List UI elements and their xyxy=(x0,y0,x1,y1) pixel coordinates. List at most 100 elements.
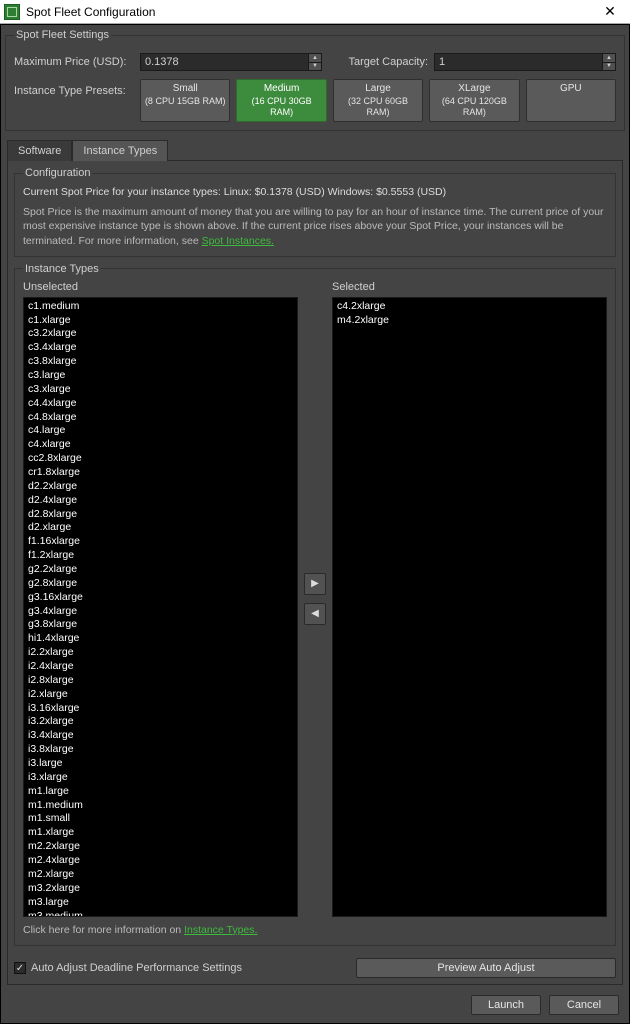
app-icon xyxy=(4,4,20,20)
list-item[interactable]: m2.xlarge xyxy=(28,868,293,882)
list-item[interactable]: g2.8xlarge xyxy=(28,577,293,591)
list-item[interactable]: m1.small xyxy=(28,812,293,826)
list-item[interactable]: c4.2xlarge xyxy=(337,300,602,314)
presets-container: Small(8 CPU 15GB RAM)Medium(16 CPU 30GB … xyxy=(140,79,616,122)
list-item[interactable]: c3.8xlarge xyxy=(28,355,293,369)
list-item[interactable]: g3.16xlarge xyxy=(28,591,293,605)
list-item[interactable]: i2.4xlarge xyxy=(28,660,293,674)
list-item[interactable]: c3.4xlarge xyxy=(28,341,293,355)
list-item[interactable]: d2.2xlarge xyxy=(28,480,293,494)
chevron-left-icon: ◀ xyxy=(311,608,319,619)
target-capacity-field[interactable] xyxy=(435,54,602,70)
instance-types-more-info: Click here for more information on Insta… xyxy=(23,923,607,937)
spin-down-icon[interactable]: ▼ xyxy=(603,63,615,71)
close-icon[interactable]: ✕ xyxy=(594,3,626,20)
list-item[interactable]: c3.2xlarge xyxy=(28,327,293,341)
list-item[interactable]: c1.xlarge xyxy=(28,314,293,328)
list-item[interactable]: g3.4xlarge xyxy=(28,605,293,619)
list-item[interactable]: m1.large xyxy=(28,785,293,799)
preset-button-gpu[interactable]: GPU xyxy=(526,79,616,122)
list-item[interactable]: g2.2xlarge xyxy=(28,563,293,577)
list-item[interactable]: m1.xlarge xyxy=(28,826,293,840)
tab-instance-types[interactable]: Instance Types xyxy=(72,140,168,161)
window-title: Spot Fleet Configuration xyxy=(26,5,594,19)
list-item[interactable]: c4.large xyxy=(28,424,293,438)
max-price-input[interactable]: ▲▼ xyxy=(140,53,322,71)
instance-types-group: Instance Types Unselected c1.mediumc1.xl… xyxy=(14,263,616,946)
titlebar: Spot Fleet Configuration ✕ xyxy=(0,0,630,24)
list-item[interactable]: i2.2xlarge xyxy=(28,646,293,660)
spot-price-note: Spot Price is the maximum amount of mone… xyxy=(23,205,607,248)
list-item[interactable]: c4.xlarge xyxy=(28,438,293,452)
settings-legend: Spot Fleet Settings xyxy=(14,29,111,41)
unselected-label: Unselected xyxy=(23,281,298,293)
list-item[interactable]: d2.4xlarge xyxy=(28,494,293,508)
list-item[interactable]: m4.2xlarge xyxy=(337,314,602,328)
list-item[interactable]: d2.8xlarge xyxy=(28,508,293,522)
spot-instances-link[interactable]: Spot Instances. xyxy=(202,235,274,247)
list-item[interactable]: hi1.4xlarge xyxy=(28,632,293,646)
instance-types-legend: Instance Types xyxy=(23,263,101,275)
list-item[interactable]: c4.8xlarge xyxy=(28,411,293,425)
list-item[interactable]: cc2.8xlarge xyxy=(28,452,293,466)
list-item[interactable]: m1.medium xyxy=(28,799,293,813)
preset-button-medium[interactable]: Medium(16 CPU 30GB RAM) xyxy=(236,79,326,122)
list-item[interactable]: f1.16xlarge xyxy=(28,535,293,549)
preview-auto-adjust-button[interactable]: Preview Auto Adjust xyxy=(356,958,616,978)
move-left-button[interactable]: ◀ xyxy=(304,603,326,625)
checkbox-icon[interactable]: ✓ xyxy=(14,962,26,974)
presets-label: Instance Type Presets: xyxy=(14,79,134,97)
more-info-prefix: Click here for more information on xyxy=(23,924,184,936)
max-price-field[interactable] xyxy=(141,54,308,70)
list-item[interactable]: i3.xlarge xyxy=(28,771,293,785)
list-item[interactable]: c4.4xlarge xyxy=(28,397,293,411)
list-item[interactable]: m3.medium xyxy=(28,910,293,917)
spin-down-icon[interactable]: ▼ xyxy=(309,63,321,71)
list-item[interactable]: c1.medium xyxy=(28,300,293,314)
cancel-button[interactable]: Cancel xyxy=(549,995,619,1015)
dialog-buttons: Launch Cancel xyxy=(3,989,627,1021)
configuration-legend: Configuration xyxy=(23,167,92,179)
list-item[interactable]: g3.8xlarge xyxy=(28,618,293,632)
list-item[interactable]: i3.2xlarge xyxy=(28,715,293,729)
configuration-group: Configuration Current Spot Price for you… xyxy=(14,167,616,257)
settings-group: Spot Fleet Settings Maximum Price (USD):… xyxy=(5,29,625,131)
list-item[interactable]: i2.8xlarge xyxy=(28,674,293,688)
spin-up-icon[interactable]: ▲ xyxy=(309,54,321,63)
spot-price-note-text: Spot Price is the maximum amount of mone… xyxy=(23,206,604,246)
max-price-label: Maximum Price (USD): xyxy=(14,56,134,68)
preset-button-small[interactable]: Small(8 CPU 15GB RAM) xyxy=(140,79,230,122)
list-item[interactable]: m2.4xlarge xyxy=(28,854,293,868)
unselected-listbox[interactable]: c1.mediumc1.xlargec3.2xlargec3.4xlargec3… xyxy=(23,297,298,917)
list-item[interactable]: c3.large xyxy=(28,369,293,383)
list-item[interactable]: i3.4xlarge xyxy=(28,729,293,743)
list-item[interactable]: d2.xlarge xyxy=(28,521,293,535)
preset-button-large[interactable]: Large(32 CPU 60GB RAM) xyxy=(333,79,423,122)
list-item[interactable]: i3.16xlarge xyxy=(28,702,293,716)
current-spot-price-line: Current Spot Price for your instance typ… xyxy=(23,185,607,199)
tabs: Software Instance Types xyxy=(7,139,627,160)
instance-types-link[interactable]: Instance Types. xyxy=(184,924,257,936)
tab-body: Configuration Current Spot Price for you… xyxy=(7,160,623,985)
chevron-right-icon: ▶ xyxy=(311,578,319,589)
auto-adjust-checkbox[interactable]: ✓ Auto Adjust Deadline Performance Setti… xyxy=(14,962,242,974)
list-item[interactable]: i3.large xyxy=(28,757,293,771)
launch-button[interactable]: Launch xyxy=(471,995,541,1015)
list-item[interactable]: m3.large xyxy=(28,896,293,910)
list-item[interactable]: m3.2xlarge xyxy=(28,882,293,896)
dialog-body: Spot Fleet Settings Maximum Price (USD):… xyxy=(0,24,630,1024)
preset-button-xlarge[interactable]: XLarge(64 CPU 120GB RAM) xyxy=(429,79,519,122)
list-item[interactable]: f1.2xlarge xyxy=(28,549,293,563)
tab-software[interactable]: Software xyxy=(7,140,72,161)
selected-listbox[interactable]: c4.2xlargem4.2xlarge xyxy=(332,297,607,917)
list-item[interactable]: i2.xlarge xyxy=(28,688,293,702)
target-capacity-input[interactable]: ▲▼ xyxy=(434,53,616,71)
list-item[interactable]: i3.8xlarge xyxy=(28,743,293,757)
list-item[interactable]: cr1.8xlarge xyxy=(28,466,293,480)
list-item[interactable]: m2.2xlarge xyxy=(28,840,293,854)
move-right-button[interactable]: ▶ xyxy=(304,573,326,595)
selected-label: Selected xyxy=(332,281,607,293)
list-item[interactable]: c3.xlarge xyxy=(28,383,293,397)
spin-up-icon[interactable]: ▲ xyxy=(603,54,615,63)
target-capacity-label: Target Capacity: xyxy=(328,56,428,68)
